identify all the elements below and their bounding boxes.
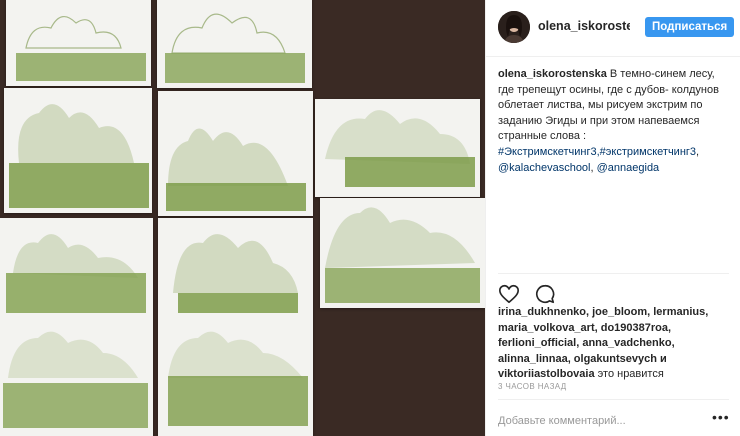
post-header: olena_iskorostenskа Подписаться	[486, 0, 740, 57]
post-actions	[498, 283, 566, 307]
avatar[interactable]	[498, 11, 530, 43]
sketch-drawing	[9, 104, 149, 208]
sketch-card	[158, 91, 313, 216]
sketch-drawing	[166, 128, 306, 211]
caption-mention[interactable]: @annaegida	[597, 162, 660, 174]
sketch-drawing	[325, 207, 480, 303]
avatar-photo	[498, 11, 530, 43]
comment-icon[interactable]	[534, 283, 556, 305]
comment-input[interactable]: Добавьте комментарий...	[498, 415, 626, 427]
sketch-card	[157, 0, 312, 88]
sketch-card	[6, 0, 151, 86]
sketch-drawing	[325, 110, 475, 187]
instagram-post: olena_iskorostenskа Подписаться olena_is…	[0, 0, 740, 436]
divider	[498, 273, 729, 274]
caption-hashtags[interactable]: #Экстримскетчинг3,#экстримскетчинг3	[498, 146, 696, 158]
sketch-card	[158, 218, 313, 436]
post-timestamp[interactable]: 3 ЧАСОВ НАЗАД	[498, 382, 567, 391]
sketch-drawing	[168, 234, 308, 426]
more-options-icon[interactable]: •••	[712, 409, 730, 425]
post-photo[interactable]	[0, 0, 485, 436]
likes-list: irina_dukhnenko, joe_bloom, lermanius, m…	[498, 305, 730, 383]
sketch-card	[315, 99, 480, 197]
follow-button[interactable]: Подписаться	[645, 17, 735, 37]
sketch-drawing	[3, 234, 148, 428]
post-sidebar: olena_iskorostenskа Подписаться olena_is…	[485, 0, 740, 436]
sketch-card	[320, 198, 485, 308]
sketch-drawing	[165, 13, 305, 83]
caption-mention[interactable]: @kalachevaschool	[498, 162, 591, 174]
sketch-card	[0, 218, 153, 436]
sketch-card	[4, 88, 152, 213]
post-username[interactable]: olena_iskorostenskа	[538, 19, 630, 33]
caption-username[interactable]: olena_iskorostenska	[498, 68, 607, 80]
likes-suffix: это нравится	[597, 368, 664, 381]
heart-icon[interactable]	[498, 283, 520, 305]
divider	[498, 399, 729, 400]
post-caption: olena_iskorostenska В темно-синем лесу, …	[498, 68, 719, 174]
sketch-drawing	[16, 16, 146, 81]
